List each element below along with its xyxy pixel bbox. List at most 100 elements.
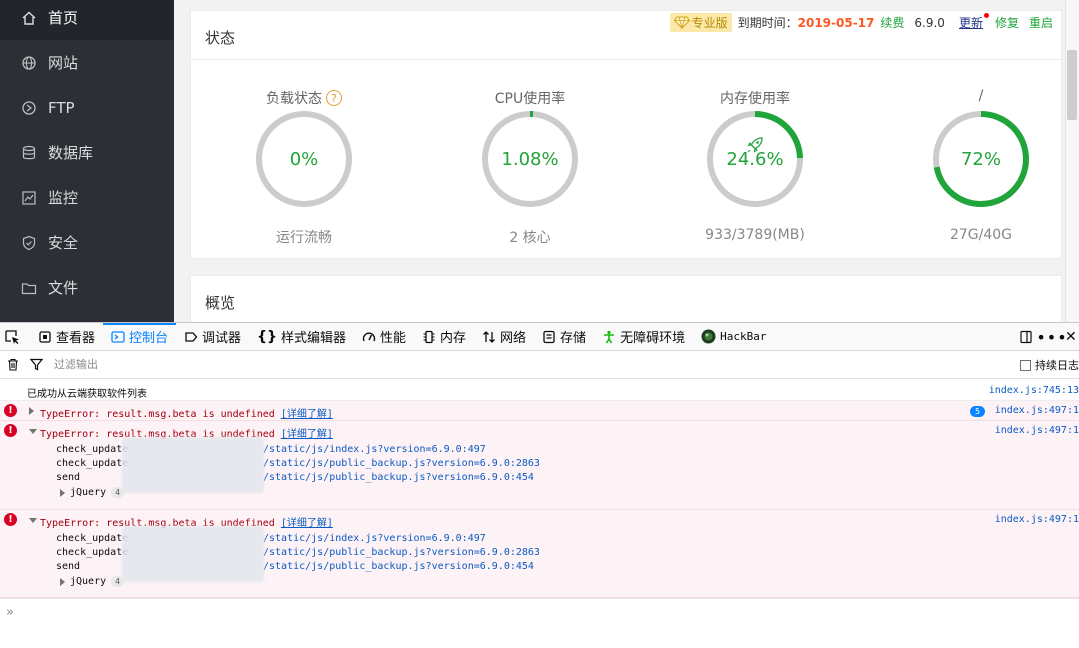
console-input[interactable]: » bbox=[0, 598, 1079, 648]
gauge-title-text: 负载状态 bbox=[266, 91, 322, 107]
stack-frame[interactable]: check_update/static/js/public_backup.js?… bbox=[56, 547, 540, 558]
learn-more-link[interactable]: [详细了解] bbox=[281, 409, 333, 420]
tab-debugger[interactable]: 调试器 bbox=[176, 323, 249, 351]
bt-panel: 首页 网站 FTP 数据库 监控 安全 文件 状态 专业版 到期时间： 2019… bbox=[0, 0, 1079, 322]
redaction-blur bbox=[122, 526, 264, 582]
sidebar-item-website[interactable]: 网站 bbox=[0, 40, 174, 85]
gauge-subtitle: 27G/40G bbox=[949, 227, 1013, 243]
sidebar-item-label: 首页 bbox=[48, 9, 79, 27]
stack-frame[interactable]: send/static/js/public_backup.js?version=… bbox=[56, 472, 534, 483]
shield-icon bbox=[20, 234, 38, 252]
learn-more-link[interactable]: [详细了解] bbox=[281, 518, 333, 529]
source-location-link[interactable]: index.js:745:13 bbox=[989, 385, 1079, 396]
page-scrollbar[interactable] bbox=[1065, 0, 1079, 322]
stack-frame[interactable]: check_update/static/js/index.js?version=… bbox=[56, 533, 486, 544]
stack-frame[interactable]: send/static/js/public_backup.js?version=… bbox=[56, 561, 534, 572]
renew-link[interactable]: 续费 bbox=[880, 14, 904, 31]
clear-console-button[interactable] bbox=[3, 351, 23, 379]
repair-link[interactable]: 修复 bbox=[995, 14, 1019, 31]
jquery-count-badge: 4 bbox=[111, 487, 124, 498]
restart-link[interactable]: 重启 bbox=[1029, 14, 1053, 31]
source-location-link[interactable]: index.js:497:1 bbox=[995, 425, 1079, 436]
tab-network[interactable]: 网络 bbox=[474, 323, 534, 351]
collapse-arrow-icon[interactable] bbox=[29, 518, 37, 523]
expand-arrow-icon bbox=[60, 488, 65, 497]
learn-more-link[interactable]: [详细了解] bbox=[281, 429, 333, 440]
close-icon: ✕ bbox=[1065, 329, 1077, 345]
frame-source-link[interactable]: /static/js/public_backup.js?version=6.9.… bbox=[263, 472, 534, 483]
jquery-count-badge: 4 bbox=[111, 576, 124, 587]
persist-logs-label: 持续日志 bbox=[1035, 359, 1079, 372]
filter-button[interactable] bbox=[26, 351, 46, 379]
redaction-blur bbox=[122, 437, 264, 493]
performance-icon bbox=[362, 332, 376, 341]
accessibility-icon bbox=[604, 330, 615, 343]
console-error-message[interactable]: ! TypeError: result.msg.beta is undefine… bbox=[0, 510, 1079, 598]
tab-accessibility[interactable]: 无障碍环境 bbox=[594, 323, 693, 351]
console-error-message[interactable]: ! TypeError: result.msg.beta is undefine… bbox=[0, 401, 1079, 421]
log-text: 已成功从云端获取软件列表 bbox=[27, 389, 147, 400]
frame-function: check_update bbox=[56, 547, 129, 558]
update-link[interactable]: 更新 bbox=[959, 13, 989, 31]
gauge-load[interactable]: 负载状态? 0% 运行流畅 bbox=[224, 83, 384, 253]
error-icon: ! bbox=[4, 404, 17, 417]
sidebar-item-security[interactable]: 安全 bbox=[0, 220, 174, 265]
pick-element-button[interactable] bbox=[0, 323, 30, 351]
inspector-icon bbox=[39, 330, 51, 343]
jquery-group[interactable]: jQuery 4 bbox=[60, 576, 124, 587]
tab-performance[interactable]: 性能 bbox=[354, 323, 414, 351]
filter-output-input[interactable] bbox=[54, 358, 354, 371]
jquery-group[interactable]: jQuery 4 bbox=[60, 487, 124, 498]
error-text: TypeError: result.msg.beta is undefined [… bbox=[40, 405, 333, 420]
pick-element-icon bbox=[5, 329, 19, 344]
hackbar-icon bbox=[701, 329, 716, 344]
persist-logs-toggle[interactable]: 持续日志 bbox=[1020, 351, 1079, 379]
source-location-link[interactable]: index.js:497:1 bbox=[995, 514, 1079, 525]
gauge-title: 负载状态? bbox=[224, 88, 384, 108]
help-icon[interactable]: ? bbox=[326, 90, 342, 106]
dock-toggle-button[interactable] bbox=[1013, 323, 1039, 351]
frame-source-link[interactable]: /static/js/index.js?version=6.9.0:497 bbox=[263, 444, 486, 455]
sidebar-item-database[interactable]: 数据库 bbox=[0, 130, 174, 175]
pro-badge[interactable]: 专业版 bbox=[669, 13, 732, 32]
frame-source-link[interactable]: /static/js/public_backup.js?version=6.9.… bbox=[263, 458, 540, 469]
ftp-icon bbox=[20, 99, 38, 117]
console-log-message: 已成功从云端获取软件列表 index.js:745:13 bbox=[0, 380, 1079, 401]
gauge-subtitle: 2 核心 bbox=[509, 230, 551, 246]
tab-storage[interactable]: 存储 bbox=[534, 323, 594, 351]
close-devtools-button[interactable]: ✕ bbox=[1065, 323, 1079, 351]
repeat-count-badge: 5 bbox=[970, 406, 985, 417]
tab-console[interactable]: 控制台 bbox=[103, 322, 177, 351]
sidebar-item-monitor[interactable]: 监控 bbox=[0, 175, 174, 220]
persist-logs-checkbox[interactable] bbox=[1020, 359, 1031, 371]
sidebar-item-ftp[interactable]: FTP bbox=[0, 85, 174, 130]
tab-memory[interactable]: 内存 bbox=[414, 323, 474, 351]
scrollbar-thumb[interactable] bbox=[1067, 50, 1077, 120]
expand-arrow-icon[interactable] bbox=[29, 407, 34, 415]
gauge-cpu[interactable]: CPU使用率 1.08% 2 核心 bbox=[450, 83, 610, 253]
top-info-bar: 专业版 到期时间： 2019-05-17 续费 6.9.0 更新 修复 重启 bbox=[669, 13, 1053, 32]
gauge-value: 24.6% bbox=[726, 149, 784, 170]
gauge-memory[interactable]: 内存使用率 24.6% 933/3789(MB) bbox=[675, 83, 835, 253]
filter-icon bbox=[29, 358, 43, 371]
console-icon bbox=[111, 330, 125, 343]
error-message: TypeError: result.msg.beta is undefined bbox=[40, 409, 275, 420]
tab-inspector[interactable]: 查看器 bbox=[30, 323, 103, 351]
tab-style-editor[interactable]: {} 样式编辑器 bbox=[249, 323, 354, 351]
frame-source-link[interactable]: /static/js/public_backup.js?version=6.9.… bbox=[263, 561, 534, 572]
sidebar-item-label: 网站 bbox=[48, 54, 79, 72]
stack-frame[interactable]: check_update/static/js/public_backup.js?… bbox=[56, 458, 540, 469]
source-location-link[interactable]: index.js:497:1 bbox=[995, 405, 1079, 416]
sidebar-item-files[interactable]: 文件 bbox=[0, 265, 174, 310]
sidebar-item-home[interactable]: 首页 bbox=[0, 0, 174, 40]
console-error-message[interactable]: ! TypeError: result.msg.beta is undefine… bbox=[0, 421, 1079, 510]
frame-source-link[interactable]: /static/js/index.js?version=6.9.0:497 bbox=[263, 533, 486, 544]
collapse-arrow-icon[interactable] bbox=[29, 429, 37, 434]
home-icon bbox=[20, 9, 38, 27]
tab-label: 存储 bbox=[560, 331, 587, 346]
gauge-disk[interactable]: / 72% 27G/40G bbox=[901, 83, 1061, 253]
stack-frame[interactable]: check_update/static/js/index.js?version=… bbox=[56, 444, 486, 455]
tab-hackbar[interactable]: HackBar bbox=[693, 323, 774, 351]
more-options-button[interactable]: ••• bbox=[1036, 323, 1066, 351]
frame-source-link[interactable]: /static/js/public_backup.js?version=6.9.… bbox=[263, 547, 540, 558]
